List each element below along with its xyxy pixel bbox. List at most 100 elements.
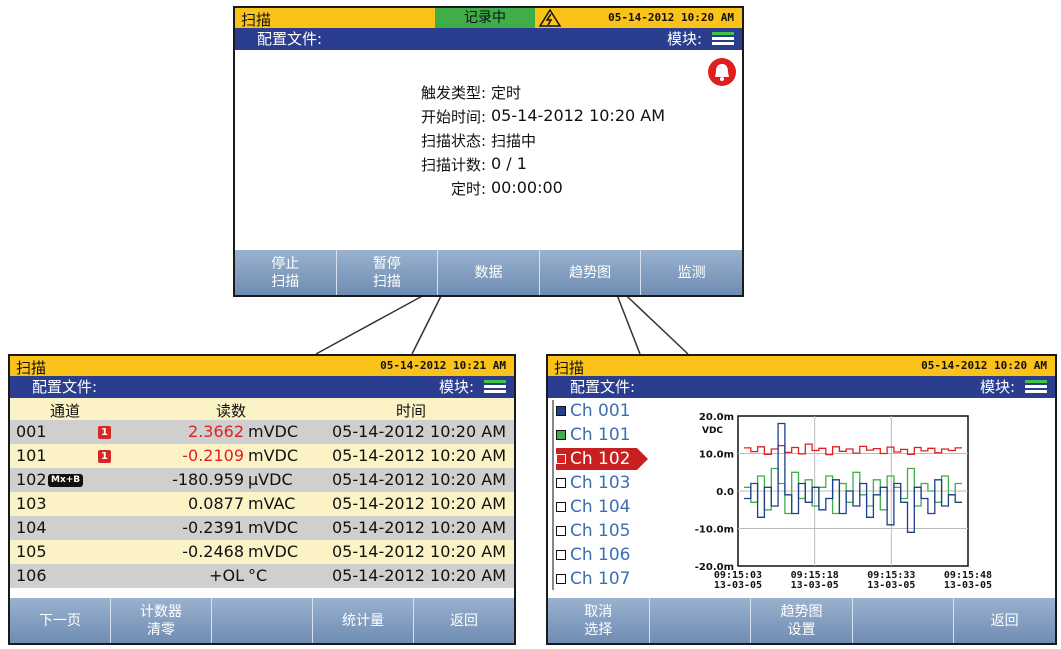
reading-unit: µVDC (248, 470, 293, 489)
y-axis-label: VDC (702, 426, 723, 436)
channel-item[interactable]: Ch 106 (556, 544, 636, 566)
profile-bar: 配置文件: 模块: (10, 376, 514, 398)
channel-cell: 106 (16, 566, 47, 585)
reading-unit: mVDC (248, 518, 299, 537)
empty-softkey[interactable] (852, 598, 955, 643)
channel-item[interactable]: Ch 101 (556, 424, 636, 446)
table-row[interactable]: 001 1 2.3662 mVDC 05-14-2012 10:20 AM (10, 420, 514, 444)
channel-cell: 001 (16, 422, 47, 441)
warning-high-voltage-icon (539, 9, 561, 27)
reading-value: -180.959 (172, 470, 244, 489)
y-tick-label: -10.0m (695, 525, 734, 536)
channel-cell: 103 (16, 494, 47, 513)
table-row[interactable]: 102 Mx+B -180.959 µVDC 05-14-2012 10:20 AM (10, 468, 514, 492)
time-cell: 05-14-2012 10:20 AM (331, 470, 506, 489)
back-button[interactable]: 返回 (414, 598, 514, 643)
status-bar: 扫描 记录中 05-14-2012 10:20 AM (235, 8, 742, 29)
profile-bar: 配置文件: 模块: (548, 376, 1055, 398)
softkey-bar: 停止 扫描 暂停 扫描 数据 趋势图 监测 (235, 250, 742, 295)
y-tick-label: 20.0m (699, 412, 734, 423)
scan-status-label: 扫描状态: (420, 132, 486, 150)
x-tick-date: 13-03-05 (944, 580, 992, 591)
channel-label: Ch 102 (570, 449, 631, 469)
monitor-button[interactable]: 监测 (641, 250, 742, 295)
x-tick-date: 13-03-05 (867, 580, 915, 591)
deselect-button[interactable]: 取消 选择 (548, 598, 650, 643)
module-label: 模块: (979, 378, 1015, 396)
alarm-badge: 1 (98, 426, 111, 439)
channel-label: Ch 101 (570, 425, 631, 445)
channel-color-swatch (556, 430, 566, 440)
scan-status-value: 扫描中 (491, 132, 537, 150)
channel-color-swatch (556, 406, 566, 416)
reading-value: -0.2391 (182, 518, 244, 537)
statistics-button[interactable]: 统计量 (313, 598, 414, 643)
channel-item[interactable]: Ch 001 (556, 400, 636, 422)
table-row[interactable]: 106 +OL °C 05-14-2012 10:20 AM (10, 564, 514, 588)
channel-color-swatch (556, 574, 566, 584)
status-bar: 扫描 05-14-2012 10:20 AM (548, 356, 1055, 377)
status-clock: 05-14-2012 10:20 AM (921, 359, 1047, 372)
profile-label: 配置文件: (32, 378, 98, 396)
channel-label: Ch 105 (570, 521, 631, 541)
channel-item[interactable]: Ch 107 (556, 568, 636, 590)
module-label: 模块: (666, 30, 702, 48)
empty-softkey[interactable] (212, 598, 313, 643)
channel-color-swatch (556, 478, 566, 488)
back-button[interactable]: 返回 (954, 598, 1055, 643)
trend-settings-button[interactable]: 趋势图 设置 (751, 598, 853, 643)
reading-unit: °C (248, 566, 268, 585)
reset-counter-button[interactable]: 计数器 清零 (111, 598, 212, 643)
reading-unit: mVDC (248, 446, 299, 465)
status-clock: 05-14-2012 10:21 AM (380, 359, 506, 372)
pause-scan-button[interactable]: 暂停 扫描 (336, 250, 439, 295)
status-title: 扫描 (16, 359, 47, 377)
stop-scan-button[interactable]: 停止 扫描 (235, 250, 337, 295)
reading-value: -0.2109 (182, 446, 244, 465)
header-channel: 通道 (50, 402, 81, 420)
table-row[interactable]: 103 0.0877 mVAC 05-14-2012 10:20 AM (10, 492, 514, 516)
time-cell: 05-14-2012 10:20 AM (331, 518, 506, 537)
softkey-bar: 下一页 计数器 清零 统计量 返回 (10, 598, 514, 643)
channel-cell: 105 (16, 542, 47, 561)
empty-softkey[interactable] (649, 598, 752, 643)
channel-scrollbar[interactable] (552, 400, 554, 590)
header-reading: 读数 (216, 402, 247, 420)
status-title: 扫描 (241, 11, 272, 29)
channel-label: Ch 104 (570, 497, 631, 517)
reading-unit: mVDC (248, 422, 299, 441)
channel-cell: 101 (16, 446, 47, 465)
time-cell: 05-14-2012 10:20 AM (331, 446, 506, 465)
channel-cell: 102 (16, 470, 47, 489)
y-tick-label: 10.0m (699, 450, 734, 461)
timer-value: 00:00:00 (491, 178, 563, 197)
module-icon[interactable] (712, 32, 734, 46)
time-cell: 05-14-2012 10:20 AM (331, 494, 506, 513)
channel-item[interactable]: Ch 103 (556, 472, 636, 494)
channel-label: Ch 103 (570, 473, 631, 493)
header-time: 时间 (396, 402, 427, 420)
table-row[interactable]: 105 -0.2468 mVDC 05-14-2012 10:20 AM (10, 540, 514, 564)
module-label: 模块: (438, 378, 474, 396)
profile-label: 配置文件: (257, 30, 323, 48)
time-cell: 05-14-2012 10:20 AM (331, 422, 506, 441)
table-row[interactable]: 101 1 -0.2109 mVDC 05-14-2012 10:20 AM (10, 444, 514, 468)
channel-label: Ch 107 (570, 569, 631, 589)
recording-indicator: 记录中 (435, 8, 535, 28)
table-row[interactable]: 104 -0.2391 mVDC 05-14-2012 10:20 AM (10, 516, 514, 540)
data-button[interactable]: 数据 (438, 250, 540, 295)
module-icon[interactable] (484, 380, 506, 394)
channel-item[interactable]: Ch 102 (556, 448, 648, 470)
channel-item[interactable]: Ch 105 (556, 520, 636, 542)
next-page-button[interactable]: 下一页 (10, 598, 111, 643)
scan-data-screen: 扫描 05-14-2012 10:21 AM 配置文件: 模块: 通道 读数 时… (8, 354, 516, 645)
channel-item[interactable]: Ch 104 (556, 496, 636, 518)
channel-color-swatch (556, 550, 566, 560)
alarm-badge: 1 (98, 450, 111, 463)
trend-button[interactable]: 趋势图 (539, 250, 642, 295)
module-icon[interactable] (1025, 380, 1047, 394)
scan-overview-screen: 扫描 记录中 05-14-2012 10:20 AM 配置文件: 模块: 触发类… (233, 6, 744, 297)
softkey-bar: 取消 选择 趋势图 设置 返回 (548, 598, 1055, 643)
start-time-label: 开始时间: (420, 108, 486, 126)
reading-value: -0.2468 (182, 542, 244, 561)
